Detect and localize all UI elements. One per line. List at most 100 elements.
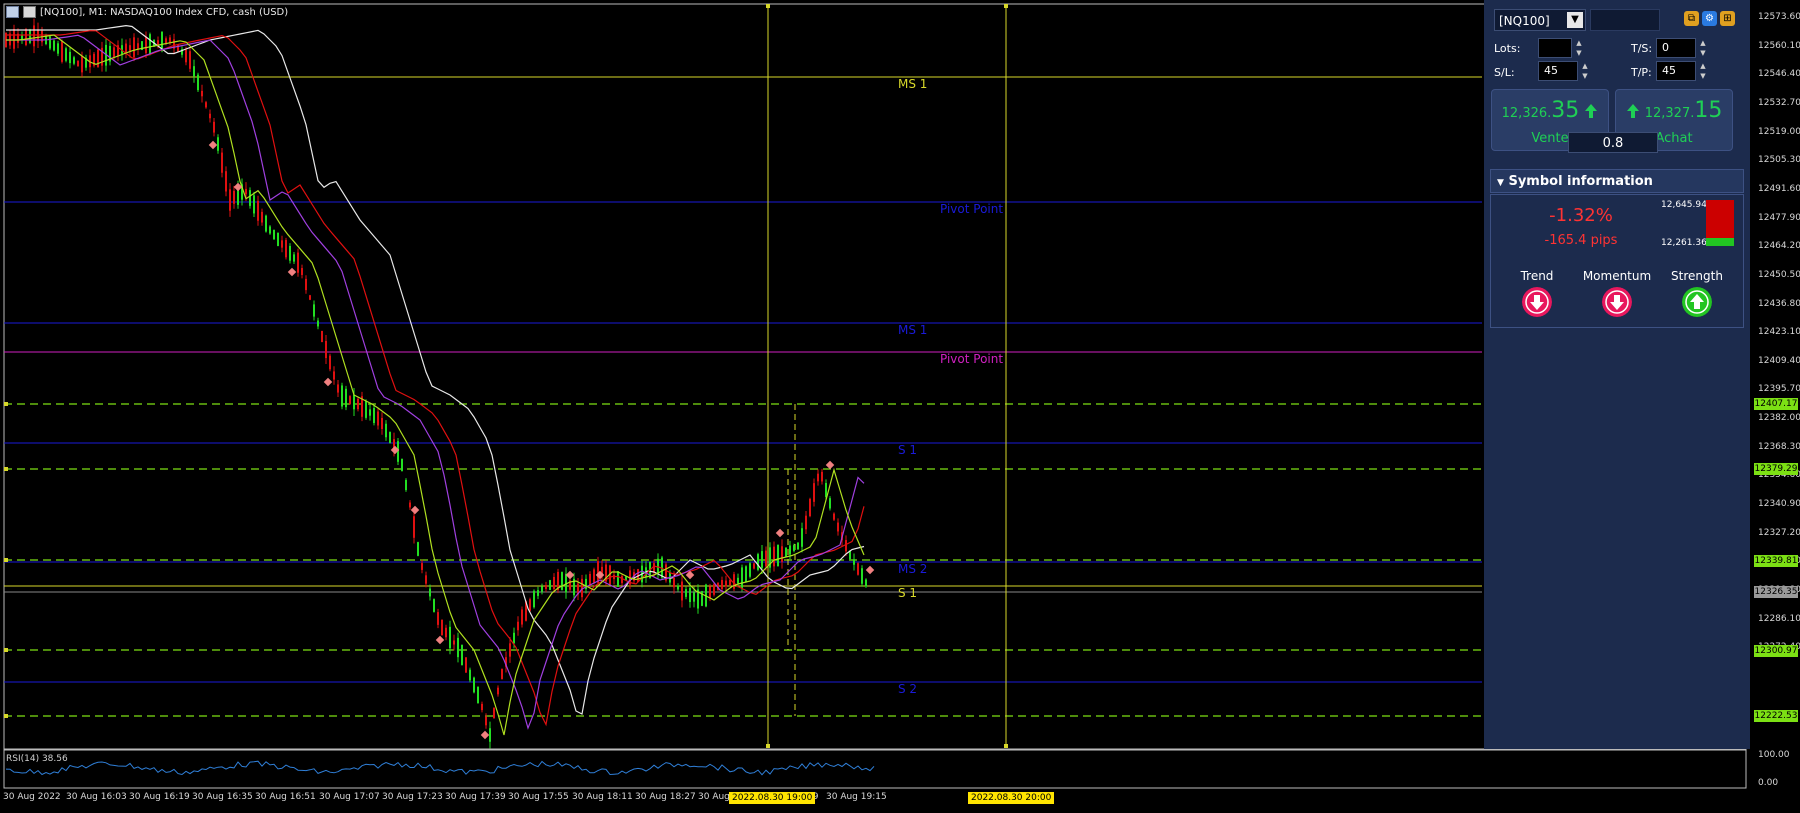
candle-body	[497, 687, 499, 695]
candle-body	[753, 563, 755, 569]
arrow-up-icon	[1585, 104, 1598, 118]
time-axis-label: 30 Aug 16:03	[66, 792, 127, 802]
price-axis-label: 12286.10	[1758, 613, 1800, 624]
candle-body	[261, 211, 263, 223]
fractal-marker	[208, 140, 218, 150]
candle-body	[149, 34, 151, 54]
level-label: MS 1	[898, 77, 928, 91]
candle-body	[845, 540, 847, 552]
candle-body	[473, 677, 475, 693]
candle-body	[465, 657, 467, 673]
candle-body	[733, 574, 735, 589]
ts-stepper[interactable]: ▲ ▼	[1698, 38, 1708, 58]
price-axis-label: 12382.00	[1758, 413, 1800, 424]
candle-body	[253, 195, 255, 214]
level-label: Pivot Point	[940, 352, 1004, 366]
candle-body	[285, 240, 287, 258]
sl-input[interactable]: 45	[1538, 61, 1578, 81]
price-tag: 12339.81	[1754, 555, 1798, 567]
sl-stepper[interactable]: ▲ ▼	[1580, 61, 1590, 81]
candle-body	[333, 371, 335, 380]
price-axis-label: 12546.40	[1758, 69, 1800, 80]
time-axis-label: 30 Aug	[698, 792, 730, 802]
candle-body	[365, 401, 367, 418]
range-bar-red	[1706, 200, 1734, 238]
candle-body	[813, 483, 815, 502]
candle-body	[265, 215, 267, 232]
chevron-down-icon[interactable]: ▼	[1567, 12, 1583, 28]
candle-body	[65, 48, 67, 61]
candle-body	[745, 566, 747, 582]
candle-body	[77, 60, 79, 67]
candle-body	[749, 563, 751, 577]
time-axis-label: 30 Aug 18:27	[635, 792, 696, 802]
candle-body	[517, 621, 519, 631]
candle-body	[273, 229, 275, 240]
momentum-arrow-down-icon	[1602, 287, 1632, 317]
level-handle	[4, 714, 8, 718]
candle-body	[49, 36, 51, 49]
candle-body	[837, 522, 839, 532]
gear-icon[interactable]: ⚙	[1702, 11, 1717, 26]
lots-stepper[interactable]: ▲ ▼	[1574, 38, 1584, 58]
candle-body	[493, 707, 495, 719]
candle-body	[409, 502, 411, 508]
candle-body	[197, 74, 199, 91]
candle-body	[57, 43, 59, 54]
level-label: MS 1	[898, 323, 928, 337]
candle-body	[337, 384, 339, 393]
level-handle	[4, 402, 8, 406]
candle-body	[541, 586, 543, 592]
candle-body	[145, 36, 147, 54]
tp-input[interactable]: 45	[1656, 61, 1696, 81]
symbol-info-header[interactable]: ▼ Symbol information	[1490, 169, 1744, 193]
momentum-label: Momentum	[1582, 269, 1652, 283]
price-axis-label: 12560.10	[1758, 40, 1800, 51]
chart-window-icon[interactable]	[6, 6, 19, 18]
price-axis-label: 12477.90	[1758, 212, 1800, 223]
candle-body	[693, 592, 695, 602]
price-axis-label: 12491.60	[1758, 183, 1800, 194]
candle-body	[377, 411, 379, 426]
price-axis-label: 12340.90	[1758, 499, 1800, 510]
copy-icon[interactable]: ⧉	[1684, 11, 1699, 26]
level-handle	[4, 467, 8, 471]
candle-body	[721, 580, 723, 589]
candle-body	[673, 577, 675, 588]
vline-handle	[766, 4, 770, 8]
price-axis-label: 12450.50	[1758, 269, 1800, 280]
expand-icon[interactable]: ⊞	[1720, 11, 1735, 26]
chart-type-icon[interactable]	[23, 6, 36, 18]
arrow-up-icon	[1626, 104, 1639, 118]
spread-value: 0.8	[1568, 132, 1658, 153]
candle-body	[801, 528, 803, 547]
fractal-marker	[825, 460, 835, 470]
lots-label: Lots:	[1494, 42, 1521, 55]
candle-body	[205, 102, 207, 108]
candle-body	[193, 66, 195, 77]
price-axis-label: 12505.30	[1758, 155, 1800, 166]
price-axis-label: 12368.30	[1758, 441, 1800, 452]
fractal-marker	[435, 635, 445, 645]
candle-body	[13, 28, 15, 49]
ts-input[interactable]: 0	[1656, 38, 1696, 58]
candle-body	[513, 632, 515, 644]
time-highlight: 2022.08.30 20:00	[968, 792, 1055, 804]
candle-body	[817, 473, 819, 482]
candle-body	[861, 568, 863, 584]
candle-body	[857, 563, 859, 575]
candle-body	[741, 567, 743, 589]
symbol-select[interactable]: [NQ100] ▼	[1494, 9, 1586, 31]
candle-body	[405, 479, 407, 491]
candle-body	[469, 669, 471, 681]
candle-body	[485, 716, 487, 726]
tp-stepper[interactable]: ▲ ▼	[1698, 61, 1708, 81]
fractal-marker	[865, 565, 875, 575]
candle-body	[385, 423, 387, 438]
candle-body	[329, 355, 331, 370]
candle-body	[53, 40, 55, 51]
buy-price-small: 12,327.	[1644, 106, 1695, 121]
symbol-search-input[interactable]	[1590, 9, 1660, 31]
lots-input[interactable]	[1538, 38, 1572, 58]
rsi-label: RSI(14) 38.56	[6, 754, 68, 764]
